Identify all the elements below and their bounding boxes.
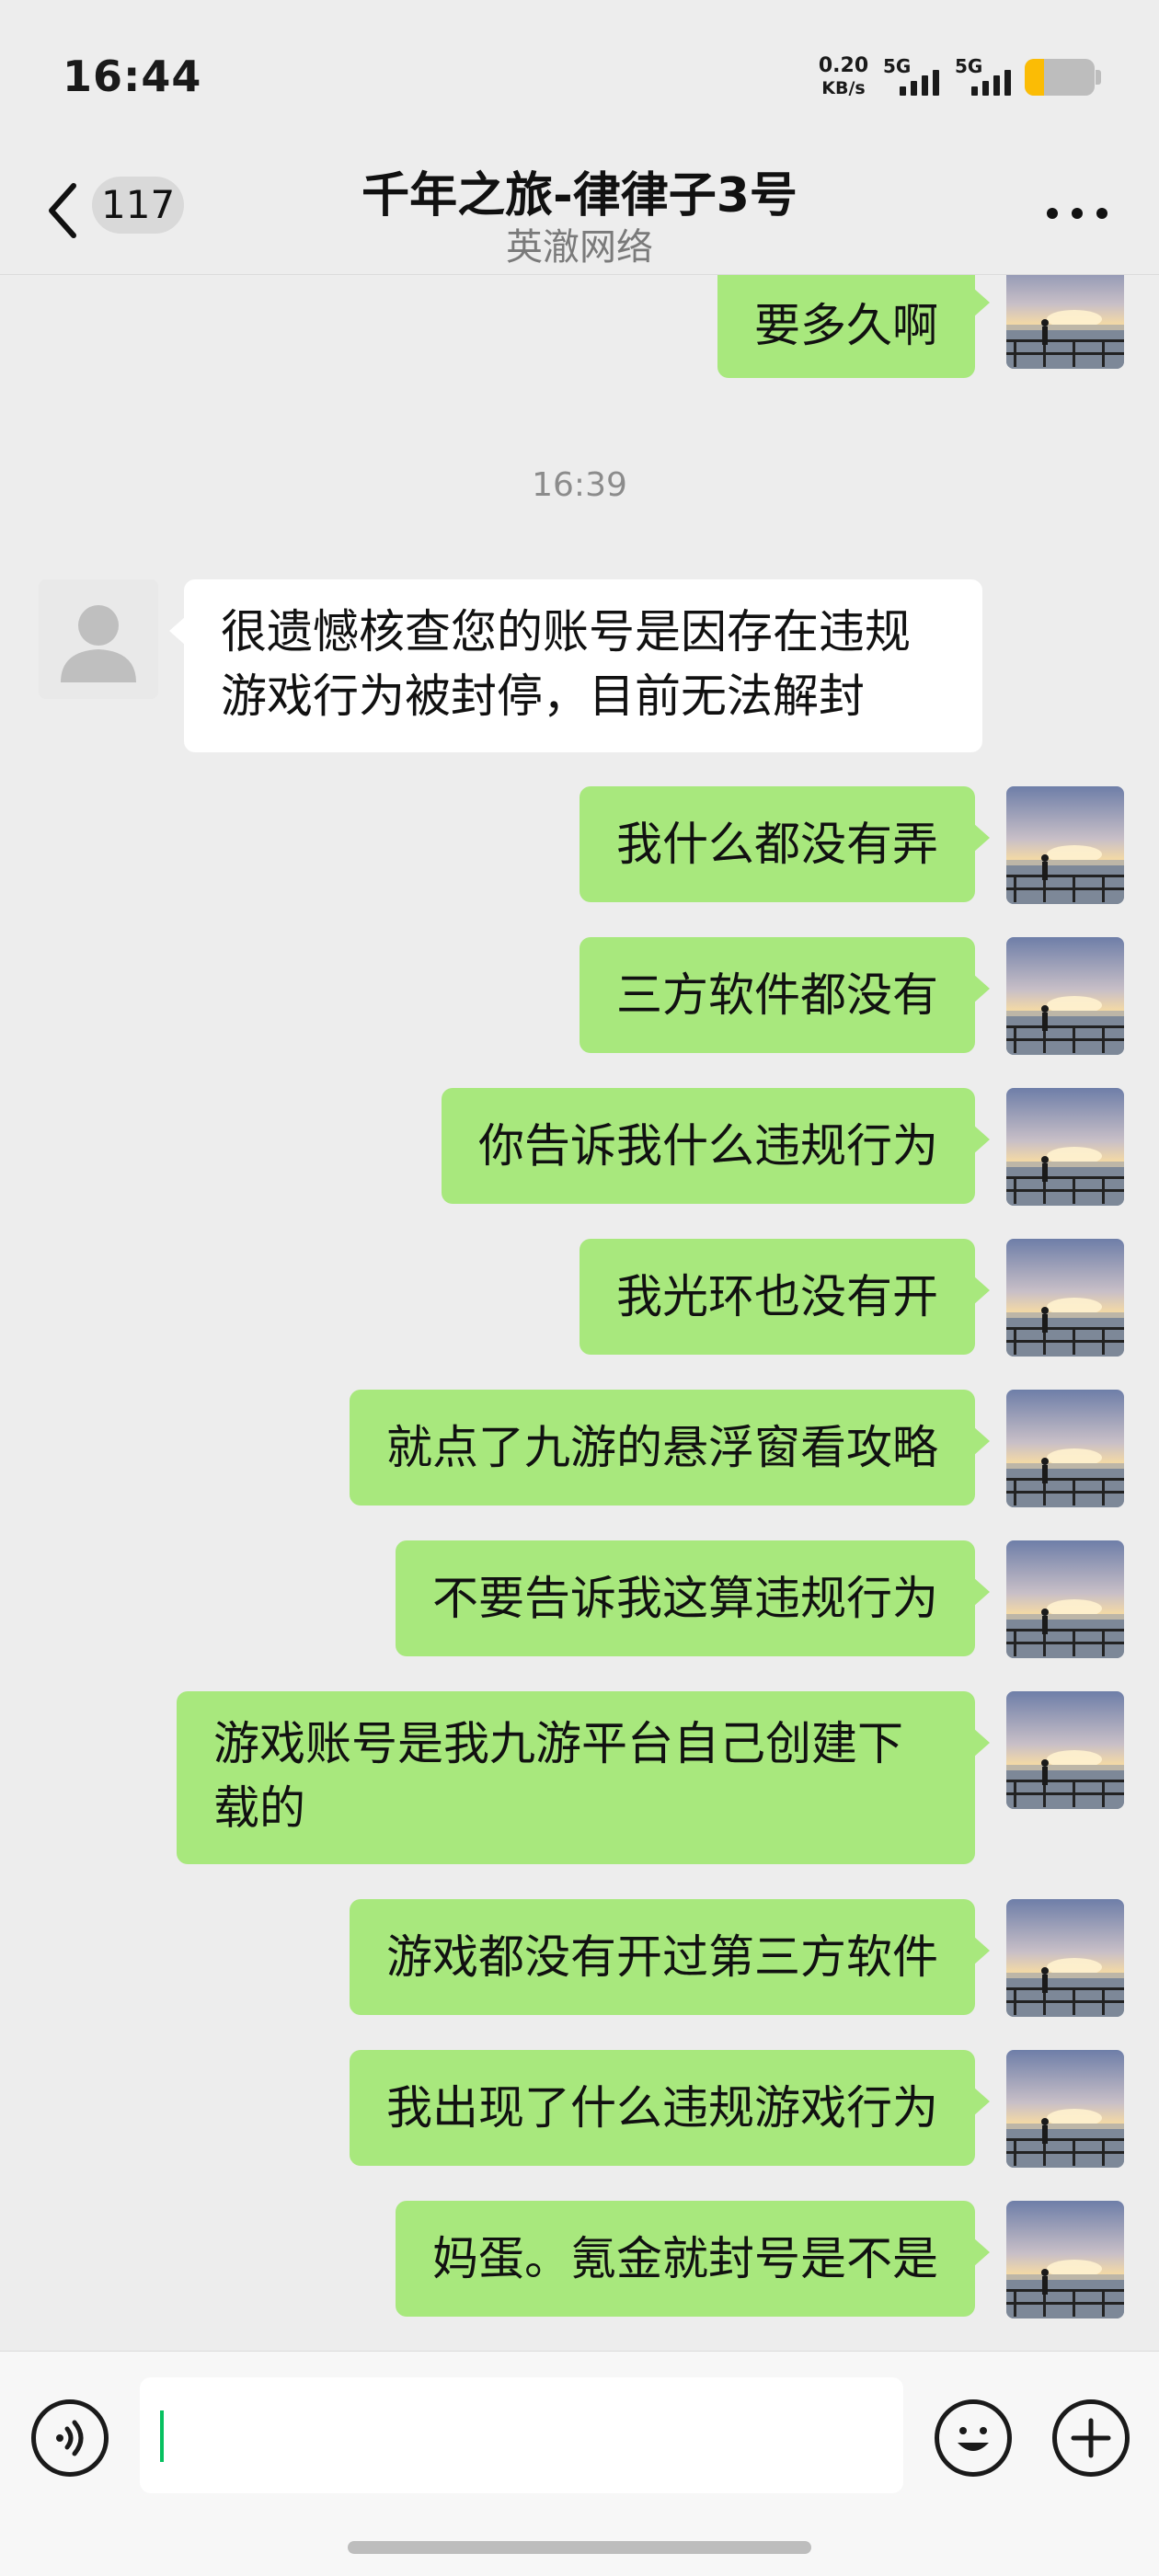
avatar[interactable] <box>1006 786 1124 904</box>
input-bar <box>0 2351 1159 2576</box>
network-speed-value: 0.20 <box>818 54 869 77</box>
more-dots-icon[interactable] <box>1047 200 1107 226</box>
message-row: 我什么都没有弄 <box>0 786 1159 904</box>
avatar[interactable] <box>1006 275 1124 369</box>
signal-1-icon: 5G <box>883 55 947 99</box>
avatar[interactable] <box>1006 1540 1124 1658</box>
emoji-icon[interactable] <box>935 2399 1012 2477</box>
message-row: 要多久啊 <box>0 275 1159 384</box>
avatar[interactable] <box>1006 937 1124 1055</box>
status-bar: 16:44 0.20 KB/s 5G 5G <box>0 0 1159 147</box>
message-row: 三方软件都没有 <box>0 937 1159 1055</box>
message-row: 不要告诉我这算违规行为 <box>0 1540 1159 1658</box>
voice-icon[interactable] <box>31 2399 109 2477</box>
signal-2-icon: 5G <box>955 55 1019 99</box>
plus-icon[interactable] <box>1052 2399 1130 2477</box>
message-bubble[interactable]: 我出现了什么违规游戏行为 <box>350 2050 990 2166</box>
avatar[interactable] <box>1006 1390 1124 1507</box>
message-row: 游戏都没有开过第三方软件 <box>0 1899 1159 2017</box>
message-bubble[interactable]: 就点了九游的悬浮窗看攻略 <box>350 1390 990 1506</box>
avatar[interactable] <box>39 579 158 699</box>
network-speed: 0.20 KB/s <box>817 55 870 99</box>
network-speed-unit: KB/s <box>821 78 866 98</box>
avatar[interactable] <box>1006 1691 1124 1809</box>
message-row: 就点了九游的悬浮窗看攻略 <box>0 1390 1159 1507</box>
message-row: 你告诉我什么违规行为 <box>0 1088 1159 1206</box>
message-bubble[interactable]: 我什么都没有弄 <box>580 786 990 902</box>
battery-tip <box>1096 70 1101 85</box>
message-bubble[interactable]: 你告诉我什么违规行为 <box>442 1088 990 1204</box>
avatar[interactable] <box>1006 2050 1124 2168</box>
message-row: 我光环也没有开 <box>0 1239 1159 1357</box>
avatar[interactable] <box>1006 2201 1124 2318</box>
chat-title: 千年之旅-律律子3号 <box>361 168 798 223</box>
message-bubble[interactable]: 我光环也没有开 <box>580 1239 990 1355</box>
message-row: 妈蛋。氪金就封号是不是 <box>0 2201 1159 2318</box>
battery-icon <box>1025 59 1095 96</box>
message-bubble[interactable]: 三方软件都没有 <box>580 937 990 1053</box>
timestamp: 16:39 <box>532 466 627 504</box>
default-avatar-icon <box>39 579 158 699</box>
avatar[interactable] <box>1006 1239 1124 1357</box>
message-bubble[interactable]: 很遗憾核查您的账号是因存在违规游戏行为被封停，目前无法解封 <box>169 579 982 752</box>
message-row: 游戏账号是我九游平台自己创建下载的 <box>0 1691 1159 1866</box>
avatar[interactable] <box>1006 1899 1124 2017</box>
message-bubble[interactable]: 不要告诉我这算违规行为 <box>396 1540 990 1656</box>
status-time: 16:44 <box>63 52 202 101</box>
message-bubble[interactable]: 要多久啊 <box>717 275 990 378</box>
chat-subtitle: 英澈网络 <box>506 226 653 269</box>
message-row: 很遗憾核查您的账号是因存在违规游戏行为被封停，目前无法解封 <box>0 579 1159 754</box>
home-indicator[interactable] <box>348 2541 811 2554</box>
avatar[interactable] <box>1006 1088 1124 1206</box>
message-row: 我出现了什么违规游戏行为 <box>0 2050 1159 2168</box>
message-bubble[interactable]: 游戏都没有开过第三方软件 <box>350 1899 990 2015</box>
chat-header: 117 千年之旅-律律子3号 英澈网络 <box>0 147 1159 275</box>
message-bubble[interactable]: 游戏账号是我九游平台自己创建下载的 <box>177 1691 990 1864</box>
message-input[interactable] <box>140 2377 903 2493</box>
message-bubble[interactable]: 妈蛋。氪金就封号是不是 <box>396 2201 990 2317</box>
text-cursor <box>160 2410 164 2462</box>
message-list[interactable]: 要多久啊 16:39 很遗憾核查您的账号是因存在违规游戏行为被封停，目前无法解封… <box>0 275 1159 2350</box>
